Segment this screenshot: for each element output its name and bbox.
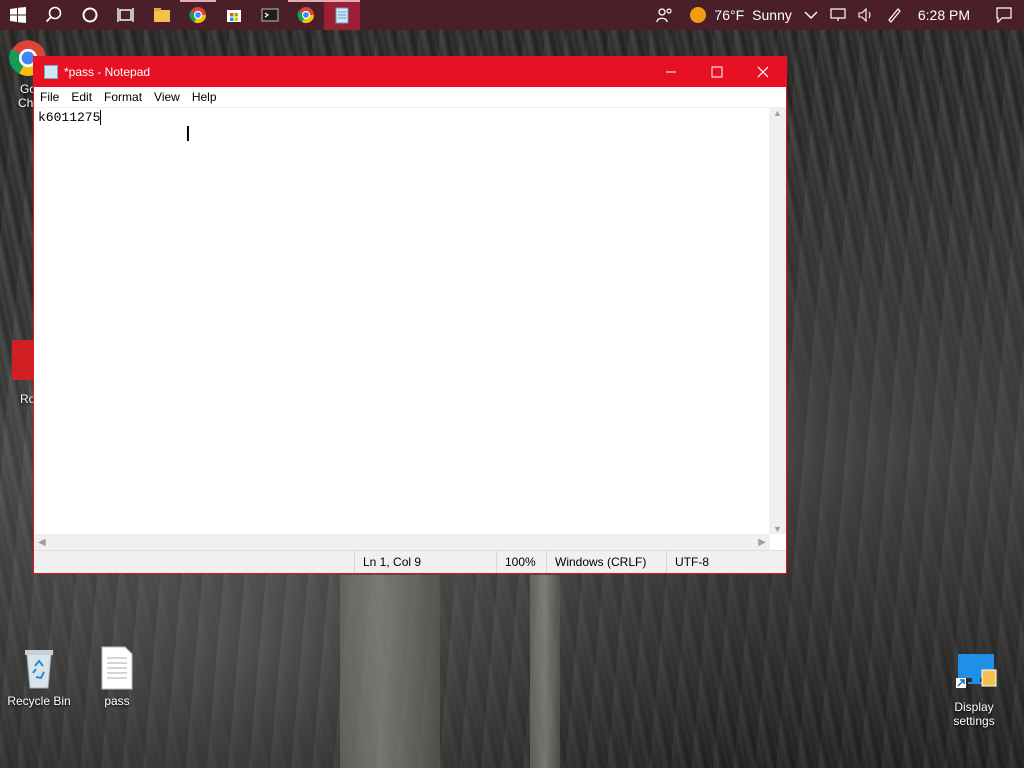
recycle-bin-icon [19,646,59,690]
pen-icon[interactable] [880,0,908,30]
system-tray: 76°F Sunny 6:28 PM [650,0,1024,30]
desktop-icon-display-settings[interactable]: Display settings [939,652,1009,728]
chrome-icon[interactable] [180,0,216,30]
sun-icon [690,7,707,23]
display-settings-icon [954,652,997,696]
cortana-circle-icon[interactable] [72,0,108,30]
scroll-down-icon[interactable]: ▼ [773,524,782,534]
terminal-icon[interactable] [252,0,288,30]
scroll-left-icon[interactable]: ◀ [38,537,46,548]
scroll-right-icon[interactable]: ▶ [758,537,766,548]
desktop-icon-recycle-bin[interactable]: Recycle Bin [4,646,74,708]
title-bar[interactable]: *pass - Notepad [34,57,786,87]
taskbar: 76°F Sunny 6:28 PM [0,0,1024,30]
task-view-icon[interactable] [108,0,144,30]
file-explorer-icon[interactable] [144,0,180,30]
menu-view[interactable]: View [148,87,186,107]
horizontal-scrollbar[interactable]: ◀ ▶ [34,534,770,551]
window-controls [648,57,786,87]
status-line-endings: Windows (CRLF) [546,551,666,573]
vertical-scrollbar[interactable]: ▲ ▼ [769,108,786,534]
menu-file[interactable]: File [34,87,65,107]
people-icon[interactable] [650,0,680,30]
scroll-up-icon[interactable]: ▲ [773,108,782,118]
text-editor[interactable]: k6011275 [34,108,770,534]
text-caret [100,110,102,126]
chevron-up-icon[interactable] [798,0,824,30]
network-icon[interactable] [824,0,852,30]
menu-edit[interactable]: Edit [65,87,98,107]
status-position: Ln 1, Col 9 [354,551,496,573]
menu-format[interactable]: Format [98,87,148,107]
close-button[interactable] [740,57,786,87]
desktop-icon-label: Recycle Bin [7,694,71,708]
weather-desc: Sunny [752,7,792,23]
notepad-icon [44,65,58,79]
notepad-icon[interactable] [324,0,360,30]
status-zoom: 100% [496,551,546,573]
menu-help[interactable]: Help [186,87,223,107]
wallpaper-rock [530,575,560,768]
desktop-icon-label: pass [104,694,130,708]
windows-start-icon[interactable] [0,0,36,30]
pdf-app-icon [12,340,34,380]
editor-content: k6011275 [38,110,101,125]
store-icon[interactable] [216,0,252,30]
maximize-button[interactable] [694,57,740,87]
window-title: *pass - Notepad [64,65,151,79]
desktop-icon-label: Display settings [953,700,995,728]
volume-icon[interactable] [852,0,880,30]
minimize-button[interactable] [648,57,694,87]
wallpaper-rock [340,575,440,768]
status-encoding: UTF-8 [666,551,784,573]
notifications-icon[interactable] [984,0,1024,30]
weather-widget[interactable]: 76°F Sunny [680,0,797,30]
clock-time: 6:28 PM [917,7,970,23]
chrome-profile-icon[interactable] [288,0,324,30]
search-icon[interactable] [36,0,72,30]
menu-bar: File Edit Format View Help [34,87,786,108]
weather-temp: 76°F [714,7,745,23]
notepad-window: *pass - Notepad File Edit Format View He… [33,56,787,574]
clock[interactable]: 6:28 PM [908,0,984,30]
desktop-icon-pass[interactable]: pass [82,646,152,708]
status-bar: Ln 1, Col 9 100% Windows (CRLF) UTF-8 [34,550,786,573]
text-file-icon [97,646,137,690]
text-cursor-icon: I [185,122,191,146]
